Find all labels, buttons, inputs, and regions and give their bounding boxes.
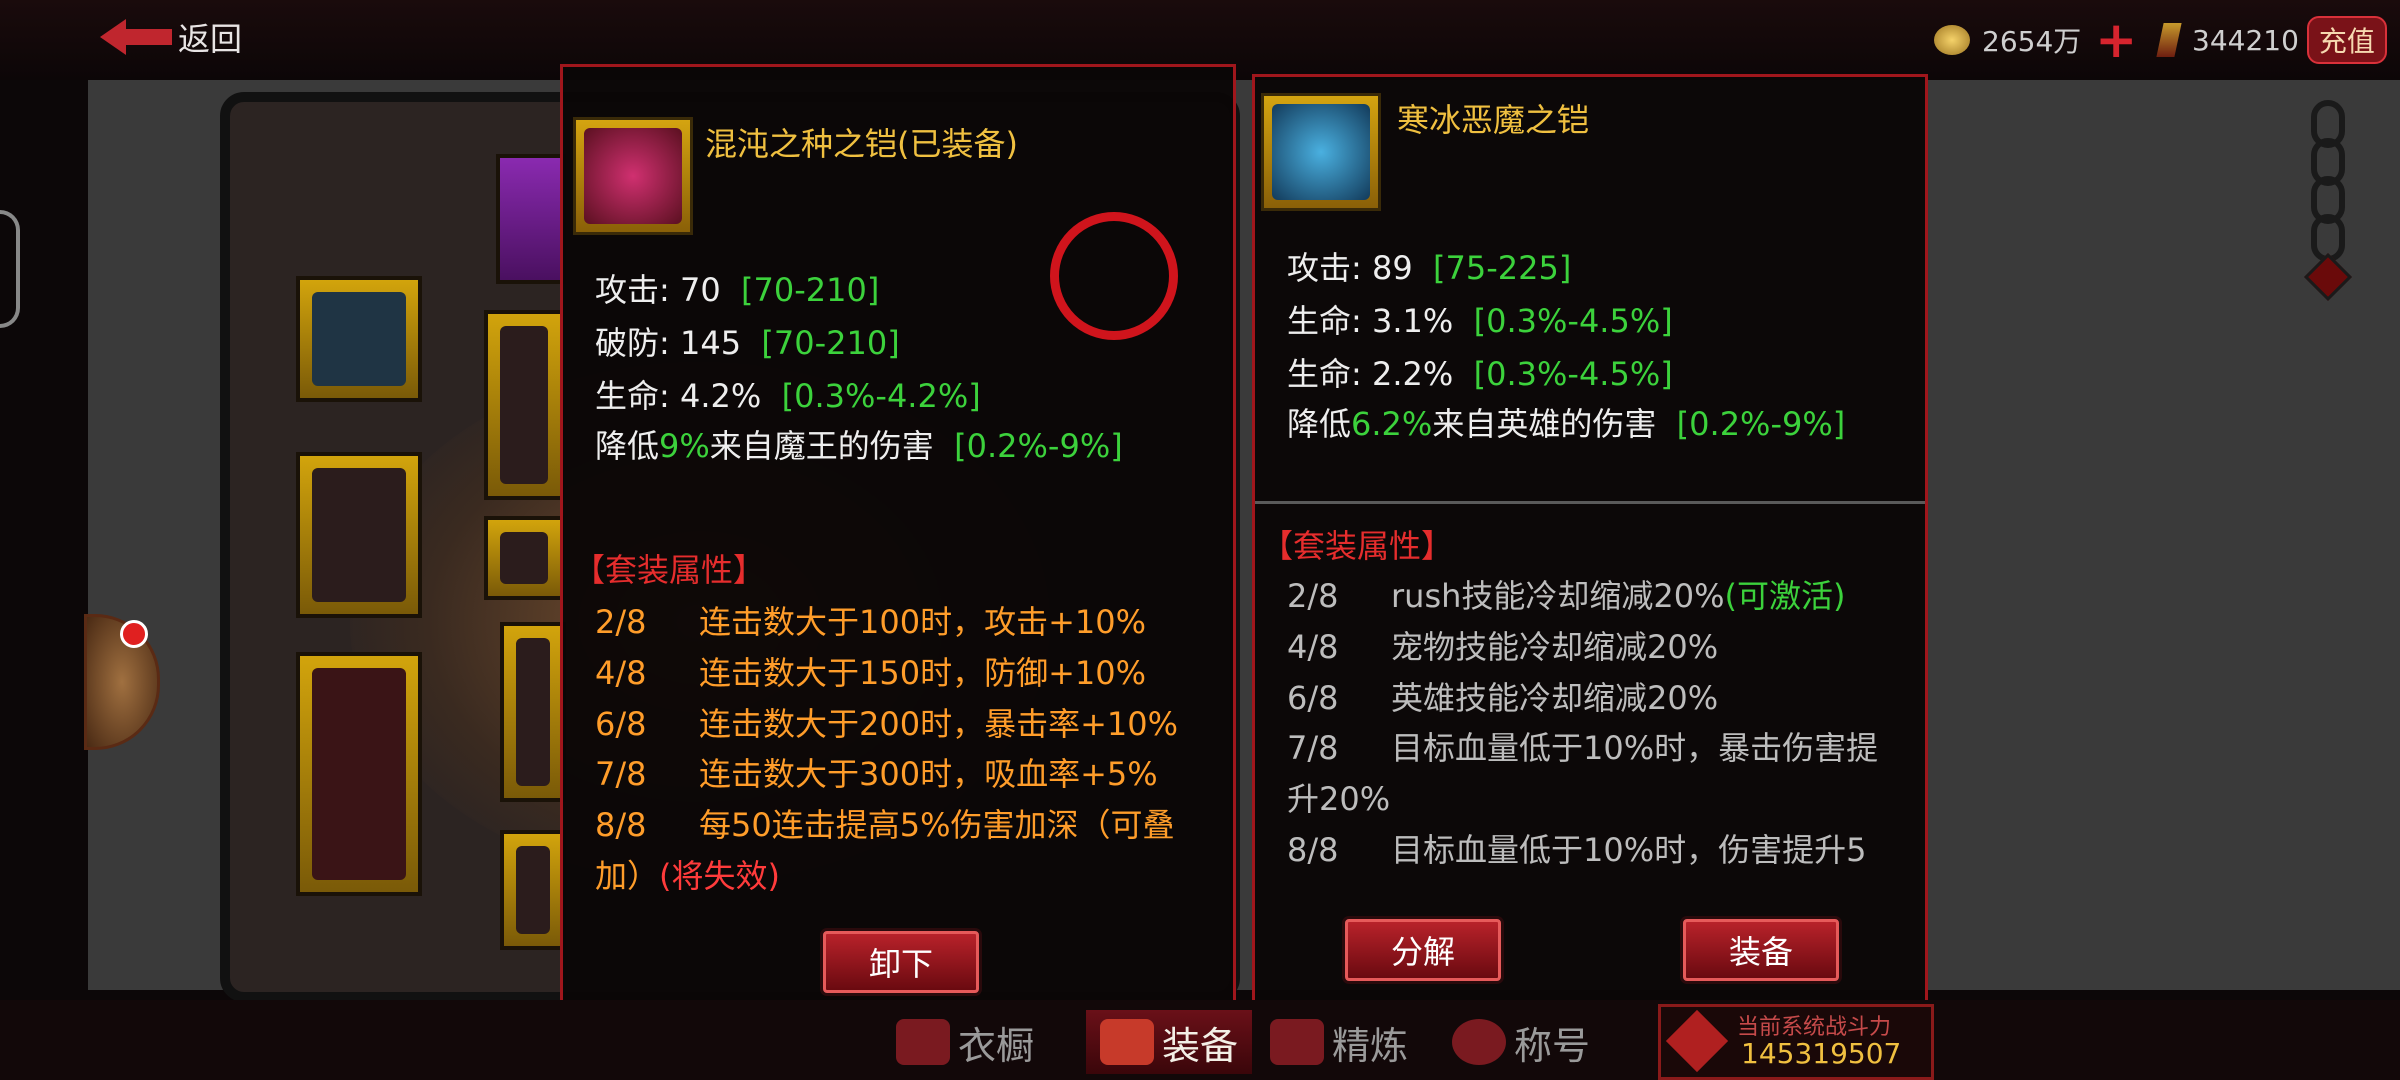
equipment-slot-boots[interactable] [500,830,566,950]
unequip-button[interactable]: 卸下 [823,931,979,993]
side-drawer-handle[interactable] [0,210,20,328]
stat-row: 生命: 2.2% [0.3%-4.5%] [1287,355,1673,393]
equip-button[interactable]: 装备 [1683,919,1839,981]
stat-row: 生命: 3.1% [0.3%-4.5%] [1287,302,1673,340]
set-expire-status: (将失效) [659,857,780,895]
special-stat-row: 降低9%来自魔王的伤害 [0.2%-9%] [595,427,1123,465]
dismantle-button[interactable]: 分解 [1345,919,1501,981]
stat-row: 生命: 4.2% [0.3%-4.2%] [595,377,981,415]
tap-indicator-ring [1050,212,1178,340]
set-bonus-row-wrap: 加）(将失效) [595,857,780,895]
set-bonus-row: 4/8 宠物技能冷却缩减20% [1287,628,1719,666]
equipped-item-title: 混沌之种之铠(已装备) [705,119,1018,165]
compare-item-panel: 寒冰恶魔之铠 攻击: 89 [75-225] 生命: 3.1% [0.3%-4.… [1252,74,1928,1004]
divider [1255,501,1925,504]
compare-item-icon [1261,93,1381,211]
set-activate-status: (可激活) [1724,577,1846,615]
set-bonus-row: 6/8 连击数大于200时，暴击率+10% [595,705,1179,743]
set-bonus-row: 4/8 连击数大于150时，防御+10% [595,654,1147,692]
recharge-button[interactable]: 充值 [2306,16,2387,64]
equipment-slot-weapon[interactable] [296,652,422,896]
equipped-status: (已装备) [897,125,1018,163]
set-bonus-header: 【套装属性】 [1261,527,1454,565]
back-label: 返回 [178,20,243,58]
refine-icon [1270,1019,1324,1065]
add-gold-button[interactable]: + [2095,15,2137,65]
crossed-swords-icon [1665,1009,1729,1073]
stat-row: 攻击: 89 [75-225] [1287,249,1572,287]
combat-power-display: 当前系统战斗力 145319507 [1658,1004,1934,1080]
set-bonus-row: 6/8 英雄技能冷却缩减20% [1287,679,1719,717]
set-bonus-row: 7/8 目标血量低于10%时，暴击伤害提 [1287,729,1879,767]
equipment-slot-bracer[interactable] [296,452,422,618]
back-button[interactable]: 返回 [100,12,242,62]
set-bonus-header: 【套装属性】 [573,551,766,589]
gem-icon [2156,23,2182,57]
title-icon [1452,1019,1506,1065]
notification-dot [120,620,148,648]
stat-row: 破防: 145 [70-210] [595,324,900,362]
special-stat-row: 降低6.2%来自英雄的伤害 [0.2%-9%] [1287,405,1846,443]
tab-refine[interactable]: 精炼 [1270,1010,1408,1074]
equipped-item-icon [573,117,693,235]
set-bonus-row: 2/8 连击数大于100时，攻击+10% [595,603,1147,641]
chain-pull-icon[interactable] [2303,100,2353,330]
gold-display: 2654万 + [1934,15,2137,65]
set-bonus-scroll-list[interactable]: 2/8 rush技能冷却缩减20%(可激活) 4/8 宠物技能冷却缩减20% 6/8… [1255,567,1925,957]
gem-display: 344210 充值 [2156,16,2387,64]
set-bonus-row-wrap: 升20% [1287,780,1391,818]
stat-row: 攻击: 70 [70-210] [595,271,880,309]
equipped-item-name: 混沌之种之铠 [705,125,898,163]
equipment-slot-helmet[interactable] [296,276,422,402]
equipment-slot-armor[interactable] [484,310,564,500]
equipped-item-panel: 混沌之种之铠(已装备) 攻击: 70 [70-210] 破防: 145 [70-… [560,64,1236,1016]
tab-title[interactable]: 称号 [1452,1010,1590,1074]
wardrobe-icon [896,1019,950,1065]
equipment-slot-legs[interactable] [500,622,566,802]
gold-amount: 2654万 [1982,25,2082,58]
equipment-slot-belt[interactable] [484,516,564,600]
set-bonus-row: 7/8 连击数大于300时，吸血率+5% [595,755,1158,793]
equipment-icon [1100,1019,1154,1065]
set-bonus-row: 2/8 rush技能冷却缩减20%(可激活) [1287,577,1846,615]
equipment-slot-shoulder[interactable] [496,154,566,284]
back-arrow-icon [100,19,126,55]
tab-wardrobe[interactable]: 衣橱 [896,1010,1034,1074]
combat-power-value: 145319507 [1741,1037,1902,1070]
tab-equipment[interactable]: 装备 [1086,1010,1253,1074]
gold-coin-icon [1934,25,1970,55]
set-bonus-row: 8/8 目标血量低于10%时，伤害提升5 [1287,831,1867,869]
set-bonus-row: 8/8 每50连击提高5%伤害加深（可叠 [595,806,1175,844]
compare-item-name: 寒冰恶魔之铠 [1397,101,1590,139]
gem-amount: 344210 [2192,23,2299,57]
